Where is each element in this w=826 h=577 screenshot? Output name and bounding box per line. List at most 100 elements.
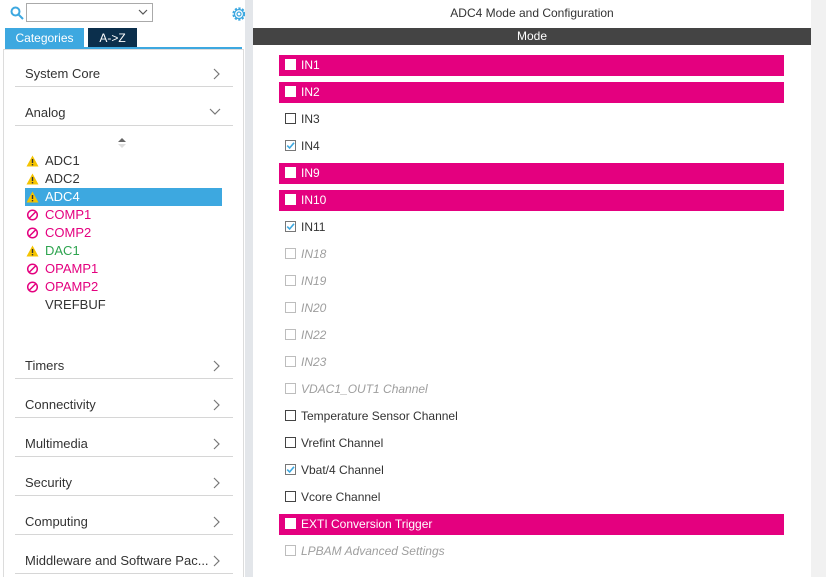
mode-header: Mode xyxy=(253,28,811,45)
peripheral-dac1[interactable]: DAC1 xyxy=(25,242,222,260)
peripheral-adc2[interactable]: ADC2 xyxy=(25,170,222,188)
mode-option-row[interactable]: EXTI Conversion Trigger xyxy=(279,514,784,535)
mode-option-row[interactable]: IN11 xyxy=(279,217,784,238)
checkbox-checked[interactable] xyxy=(285,140,296,151)
mode-option-row[interactable]: Vbat/4 Channel xyxy=(279,460,784,481)
disabled-icon xyxy=(26,209,39,221)
mode-option-row: IN22 xyxy=(279,325,784,346)
mode-option-row[interactable]: Vcore Channel xyxy=(279,487,784,508)
mode-option-label: IN10 xyxy=(301,193,327,207)
mode-option-row[interactable]: IN10 xyxy=(279,190,784,211)
mode-option-label: IN20 xyxy=(301,301,327,315)
check-icon xyxy=(286,223,295,231)
panel-splitter[interactable] xyxy=(245,0,253,577)
category-label: System Core xyxy=(25,66,101,81)
checkbox[interactable] xyxy=(285,410,296,421)
tab-a-z[interactable]: A->Z xyxy=(88,28,137,48)
mode-option-row: LPBAM Advanced Settings xyxy=(279,541,784,562)
mode-option-row[interactable]: IN1 xyxy=(279,55,784,76)
chevron-right-icon xyxy=(213,516,220,528)
peripheral-adc1[interactable]: ADC1 xyxy=(25,152,222,170)
mode-option-row: IN23 xyxy=(279,352,784,373)
peripheral-name: COMP2 xyxy=(45,225,92,240)
mode-option-label: Vrefint Channel xyxy=(301,436,384,450)
mode-option-row[interactable]: IN4 xyxy=(279,136,784,157)
peripheral-comp2[interactable]: COMP2 xyxy=(25,224,222,242)
mode-option-label: IN23 xyxy=(301,355,327,369)
warning-icon xyxy=(26,155,39,167)
panel-title: ADC4 Mode and Configuration xyxy=(450,6,614,20)
checkbox[interactable] xyxy=(285,59,296,70)
checkbox-checked[interactable] xyxy=(285,221,296,232)
checkbox xyxy=(285,248,296,259)
mode-option-row: VDAC1_OUT1 Channel xyxy=(279,379,784,400)
peripheral-name: ADC4 xyxy=(45,189,80,204)
category-timers[interactable]: Timers xyxy=(15,352,233,379)
category-label: Multimedia xyxy=(25,436,88,451)
peripheral-opamp1[interactable]: OPAMP1 xyxy=(25,260,222,278)
category-label: Analog xyxy=(25,105,66,120)
peripheral-comp1[interactable]: COMP1 xyxy=(25,206,222,224)
chevron-right-icon xyxy=(213,555,220,567)
peripheral-name: ADC2 xyxy=(45,171,80,186)
mode-option-row[interactable]: Temperature Sensor Channel xyxy=(279,406,784,427)
category-analog[interactable]: Analog xyxy=(15,99,233,126)
peripheral-name: OPAMP2 xyxy=(45,279,99,294)
peripheral-name: OPAMP1 xyxy=(45,261,99,276)
disabled-icon xyxy=(26,227,39,239)
disabled-icon xyxy=(26,263,39,275)
mode-option-label: IN3 xyxy=(301,112,320,126)
left-panel: Categories A->Z System Core Analog ADC1 … xyxy=(0,0,248,577)
scroll-up-icon[interactable] xyxy=(117,137,127,149)
mode-option-row[interactable]: IN3 xyxy=(279,109,784,130)
chevron-right-icon xyxy=(213,360,220,372)
checkbox[interactable] xyxy=(285,86,296,97)
mode-option-row[interactable]: IN2 xyxy=(279,82,784,103)
category-connectivity[interactable]: Connectivity xyxy=(15,391,233,418)
checkbox xyxy=(285,356,296,367)
search-select[interactable] xyxy=(26,3,153,22)
mode-option-label: EXTI Conversion Trigger xyxy=(301,517,433,531)
checkbox xyxy=(285,383,296,394)
search-icon[interactable] xyxy=(10,6,24,20)
mode-option-row[interactable]: IN9 xyxy=(279,163,784,184)
checkbox[interactable] xyxy=(285,194,296,205)
tab-categories[interactable]: Categories xyxy=(5,28,84,48)
peripheral-opamp2[interactable]: OPAMP2 xyxy=(25,278,222,296)
scrollbar[interactable] xyxy=(811,0,826,577)
chevron-down-icon xyxy=(209,108,221,115)
checkbox[interactable] xyxy=(285,437,296,448)
mode-option-row: IN20 xyxy=(279,298,784,319)
category-multimedia[interactable]: Multimedia xyxy=(15,430,233,457)
category-label: Security xyxy=(25,475,72,490)
checkbox xyxy=(285,302,296,313)
mode-option-label: IN22 xyxy=(301,328,327,342)
peripheral-adc4[interactable]: ADC4 xyxy=(25,188,222,206)
category-label: Middleware and Software Pac... xyxy=(25,553,209,568)
peripheral-name: DAC1 xyxy=(45,243,80,258)
search-row xyxy=(8,3,248,23)
mode-option-label: IN19 xyxy=(301,274,327,288)
mode-option-label: IN1 xyxy=(301,58,320,72)
peripheral-name: VREFBUF xyxy=(45,297,106,312)
chevron-right-icon xyxy=(213,438,220,450)
mode-option-label: Temperature Sensor Channel xyxy=(301,409,458,423)
checkbox xyxy=(285,275,296,286)
category-system-core[interactable]: System Core xyxy=(15,60,233,87)
mode-option-row[interactable]: Vrefint Channel xyxy=(279,433,784,454)
warning-icon xyxy=(26,191,39,203)
checkbox-checked[interactable] xyxy=(285,464,296,475)
chevron-down-icon xyxy=(138,9,148,15)
checkbox[interactable] xyxy=(285,491,296,502)
peripheral-vrefbuf[interactable]: VREFBUF xyxy=(25,296,222,314)
checkbox[interactable] xyxy=(285,518,296,529)
mode-config-panel: ADC4 Mode and Configuration Mode IN1 IN2 I… xyxy=(253,0,826,577)
mode-option-label: Vbat/4 Channel xyxy=(301,463,384,477)
checkbox[interactable] xyxy=(285,113,296,124)
mode-option-row: IN19 xyxy=(279,271,784,292)
mode-option-label: IN11 xyxy=(301,220,326,234)
checkbox[interactable] xyxy=(285,167,296,178)
category-computing[interactable]: Computing xyxy=(15,508,233,535)
category-security[interactable]: Security xyxy=(15,469,233,496)
category-middleware[interactable]: Middleware and Software Pac... xyxy=(15,547,233,574)
